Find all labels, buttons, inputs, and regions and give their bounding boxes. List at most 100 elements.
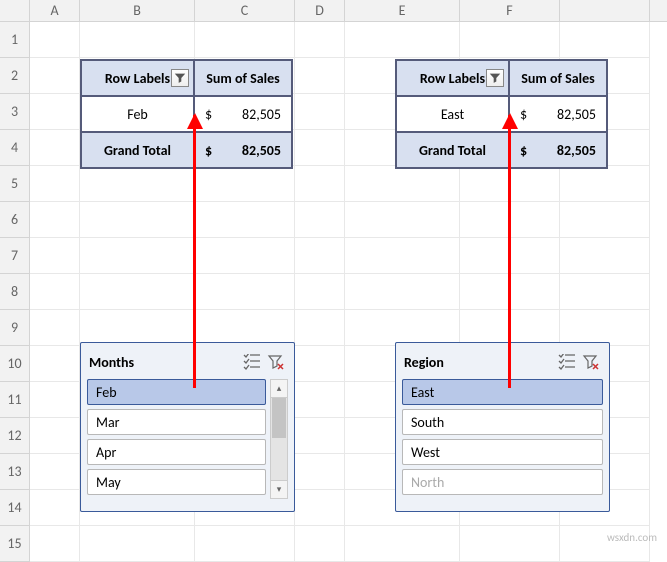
row-header-1[interactable]: 1 [0,22,30,58]
cell[interactable] [30,382,80,418]
cell[interactable] [30,22,80,58]
cell[interactable] [295,22,345,58]
col-header-F[interactable]: F [460,0,560,21]
cell[interactable] [80,310,195,346]
cell[interactable] [195,274,295,310]
col-header-D[interactable]: D [295,0,345,21]
cell[interactable] [80,22,195,58]
cell[interactable] [30,94,80,130]
filter-dropdown-button[interactable] [171,69,189,87]
cell[interactable] [345,202,460,238]
row-header-12[interactable]: 12 [0,418,30,454]
row-header-6[interactable]: 6 [0,202,30,238]
scroll-thumb[interactable] [272,398,286,438]
pivot-data-label[interactable]: Feb [81,96,194,132]
row-header-9[interactable]: 9 [0,310,30,346]
col-header-C[interactable]: C [195,0,295,21]
cell[interactable] [80,202,195,238]
row-header-11[interactable]: 11 [0,382,30,418]
slicer-item-may[interactable]: May [87,469,266,495]
cell[interactable] [295,418,345,454]
pivot-data-value[interactable]: $82,505 [194,96,292,132]
row-header-15[interactable]: 15 [0,526,30,562]
cell[interactable] [560,166,650,202]
cell[interactable] [295,274,345,310]
cell[interactable] [30,238,80,274]
cell[interactable] [80,526,195,562]
cell[interactable] [345,166,460,202]
slicer-item-west[interactable]: West [402,439,603,465]
slicer-scrollbar[interactable]: ▴ ▾ [270,379,288,499]
cell[interactable] [295,346,345,382]
col-header-E[interactable]: E [345,0,460,21]
select-all-corner[interactable] [0,0,30,21]
cell[interactable] [30,310,80,346]
cell[interactable] [345,238,460,274]
cell[interactable] [295,130,345,166]
cell[interactable] [460,22,560,58]
cell[interactable] [195,238,295,274]
cell[interactable] [295,310,345,346]
row-header-5[interactable]: 5 [0,166,30,202]
row-header-4[interactable]: 4 [0,130,30,166]
row-header-2[interactable]: 2 [0,58,30,94]
row-header-13[interactable]: 13 [0,454,30,490]
cell[interactable] [195,166,295,202]
cell[interactable] [560,274,650,310]
cell[interactable] [195,22,295,58]
row-header-10[interactable]: 10 [0,346,30,382]
cell[interactable] [295,58,345,94]
cell[interactable] [295,526,345,562]
slicer-item-south[interactable]: South [402,409,603,435]
cell[interactable] [30,166,80,202]
cell[interactable] [30,274,80,310]
cell[interactable] [80,238,195,274]
scroll-down-button[interactable]: ▾ [271,480,287,498]
cell[interactable] [30,346,80,382]
slicer-item-apr[interactable]: Apr [87,439,266,465]
cell[interactable] [295,454,345,490]
slicer-months[interactable]: Months Feb Mar Apr May ▴ ▾ [80,342,295,512]
row-header-3[interactable]: 3 [0,94,30,130]
cell[interactable] [345,274,460,310]
cell[interactable] [460,526,560,562]
cell[interactable] [295,490,345,526]
cell[interactable] [295,382,345,418]
cell[interactable] [195,310,295,346]
slicer-item-mar[interactable]: Mar [87,409,266,435]
cell[interactable] [80,274,195,310]
filter-dropdown-button[interactable] [486,69,504,87]
slicer-item-east[interactable]: East [402,379,603,405]
clear-filter-icon[interactable] [579,351,603,373]
cell[interactable] [30,130,80,166]
pivot-data-value[interactable]: $82,505 [509,96,607,132]
cell[interactable] [560,238,650,274]
cell[interactable] [30,454,80,490]
multi-select-icon[interactable] [240,351,264,373]
col-header-A[interactable]: A [30,0,80,21]
multi-select-icon[interactable] [555,351,579,373]
cell[interactable] [195,526,295,562]
cell[interactable] [560,310,650,346]
slicer-item-north[interactable]: North [402,469,603,495]
cell[interactable] [80,166,195,202]
cell[interactable] [345,526,460,562]
cell[interactable] [560,202,650,238]
row-header-14[interactable]: 14 [0,490,30,526]
cell[interactable] [195,202,295,238]
cell[interactable] [560,22,650,58]
cell[interactable] [30,490,80,526]
slicer-item-feb[interactable]: Feb [87,379,266,405]
cell[interactable] [345,310,460,346]
row-header-8[interactable]: 8 [0,274,30,310]
cell[interactable] [30,526,80,562]
cell[interactable] [295,166,345,202]
cell[interactable] [295,238,345,274]
cell[interactable] [295,202,345,238]
scroll-track[interactable] [271,398,287,480]
cell[interactable] [30,202,80,238]
col-header-B[interactable]: B [80,0,195,21]
cell[interactable] [30,418,80,454]
clear-filter-icon[interactable] [264,351,288,373]
pivot-data-label[interactable]: East [396,96,509,132]
